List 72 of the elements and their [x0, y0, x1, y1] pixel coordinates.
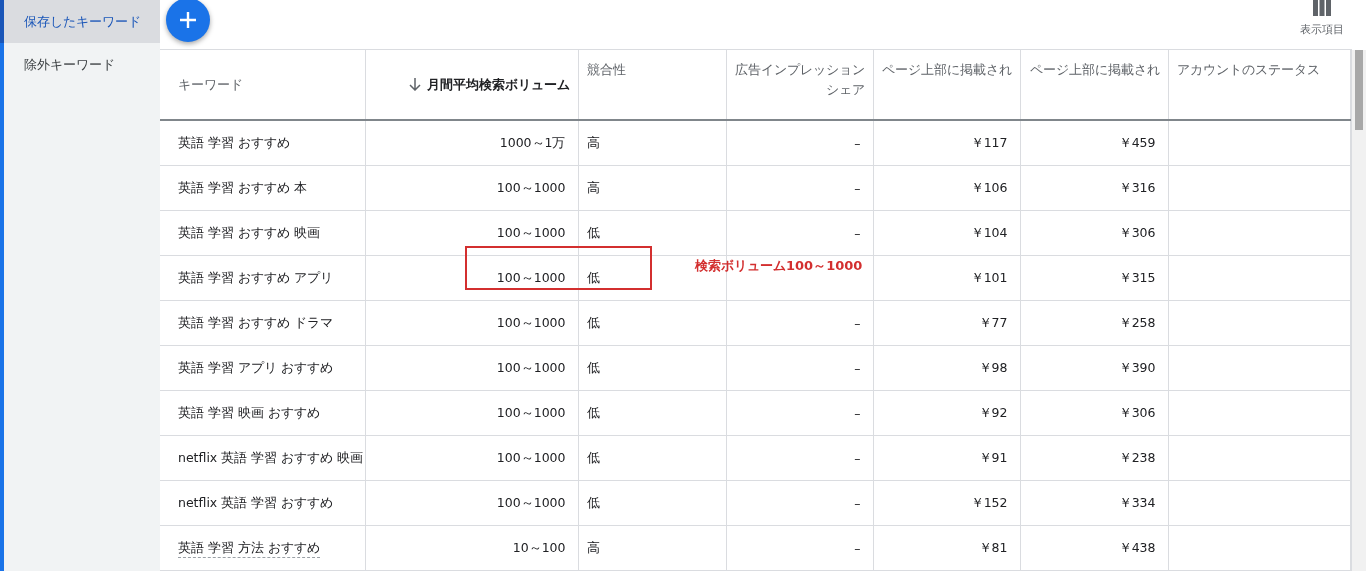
table-cell: ￥98 [873, 345, 1020, 391]
add-button[interactable] [166, 0, 210, 42]
keyword-cell: 英語 学習 おすすめ アプリ [160, 255, 365, 301]
table-cell: – [726, 210, 873, 256]
table-cell: – [726, 345, 873, 391]
arrow-down-icon [408, 77, 421, 91]
table-cell: 100～1000 [365, 255, 578, 301]
table-cell: 低 [578, 345, 726, 391]
plus-icon [179, 11, 197, 29]
table-cell: 100～1000 [365, 480, 578, 526]
table-cell: ￥106 [873, 165, 1020, 211]
table-cell: 10～100 [365, 525, 578, 571]
table-cell: – [726, 390, 873, 436]
table-cell: ￥91 [873, 435, 1020, 481]
table-cell: ￥104 [873, 210, 1020, 256]
table-cell: 100～1000 [365, 345, 578, 391]
keyword-cell: 英語 学習 おすすめ ドラマ [160, 300, 365, 346]
table-cell: 100～1000 [365, 435, 578, 481]
table-cell: ￥306 [1020, 390, 1168, 436]
table-cell: ￥101 [873, 255, 1020, 301]
table-cell: – [726, 165, 873, 211]
sidebar-item[interactable]: 除外キーワード [4, 43, 160, 86]
keyword-cell: 英語 学習 アプリ おすすめ [160, 345, 365, 391]
column-header[interactable]: 月間平均検索ボリューム [365, 50, 578, 120]
table-cell: ￥258 [1020, 300, 1168, 346]
column-header[interactable]: キーワード [160, 50, 365, 120]
table-cell: ￥77 [873, 300, 1020, 346]
table-cell: 高 [578, 525, 726, 571]
table-cell: ￥316 [1020, 165, 1168, 211]
table-cell: ￥81 [873, 525, 1020, 571]
column-header[interactable]: 競合性 [578, 50, 726, 120]
column-header[interactable]: 広告インプレッションシェア [726, 50, 873, 120]
table-cell: ￥152 [873, 480, 1020, 526]
columns-icon [1312, 0, 1331, 16]
column-header[interactable]: ページ上部に掲載され [873, 50, 1020, 120]
table-cell: ￥438 [1020, 525, 1168, 571]
table-cell: 100～1000 [365, 390, 578, 436]
sidebar-item[interactable]: 保存したキーワード [0, 0, 160, 43]
table-cell: ￥390 [1020, 345, 1168, 391]
table-cell: ￥334 [1020, 480, 1168, 526]
table-cell: ￥459 [1020, 120, 1168, 166]
table-cell: 100～1000 [365, 210, 578, 256]
table-cell: 100～1000 [365, 165, 578, 211]
table-cell: 100～1000 [365, 300, 578, 346]
table-cell: 低 [578, 480, 726, 526]
keyword-cell: netflix 英語 学習 おすすめ 映画 [160, 435, 365, 481]
table-cell: – [726, 480, 873, 526]
keyword-cell: 英語 学習 おすすめ [160, 120, 365, 166]
table-cell: – [726, 120, 873, 166]
column-header[interactable]: ページ上部に掲載され [1020, 50, 1168, 120]
table-cell: ￥315 [1020, 255, 1168, 301]
table-cell: ￥92 [873, 390, 1020, 436]
table-cell: – [726, 435, 873, 481]
table-cell: 低 [578, 435, 726, 481]
table-cell: 低 [578, 300, 726, 346]
table-cell: 高 [578, 120, 726, 166]
keyword-cell: 英語 学習 おすすめ 本 [160, 165, 365, 211]
table-cell: – [726, 300, 873, 346]
keyword-cell: 英語 学習 おすすめ 映画 [160, 210, 365, 256]
table-cell: 高 [578, 165, 726, 211]
table-cell: ￥117 [873, 120, 1020, 166]
table-cell: ￥238 [1020, 435, 1168, 481]
table-cell: 低 [578, 390, 726, 436]
table-cell: ￥306 [1020, 210, 1168, 256]
annotation-text: 検索ボリューム100～1000 [695, 257, 863, 275]
table-cell: 1000～1万 [365, 120, 578, 166]
keyword-link[interactable]: 英語 学習 方法 おすすめ [178, 539, 320, 558]
keyword-cell: netflix 英語 学習 おすすめ [160, 480, 365, 526]
table-cell: – [726, 525, 873, 571]
table-cell: 低 [578, 210, 726, 256]
columns-button[interactable]: 表示項目 [1299, 0, 1352, 37]
keyword-cell: 英語 学習 映画 おすすめ [160, 390, 365, 436]
